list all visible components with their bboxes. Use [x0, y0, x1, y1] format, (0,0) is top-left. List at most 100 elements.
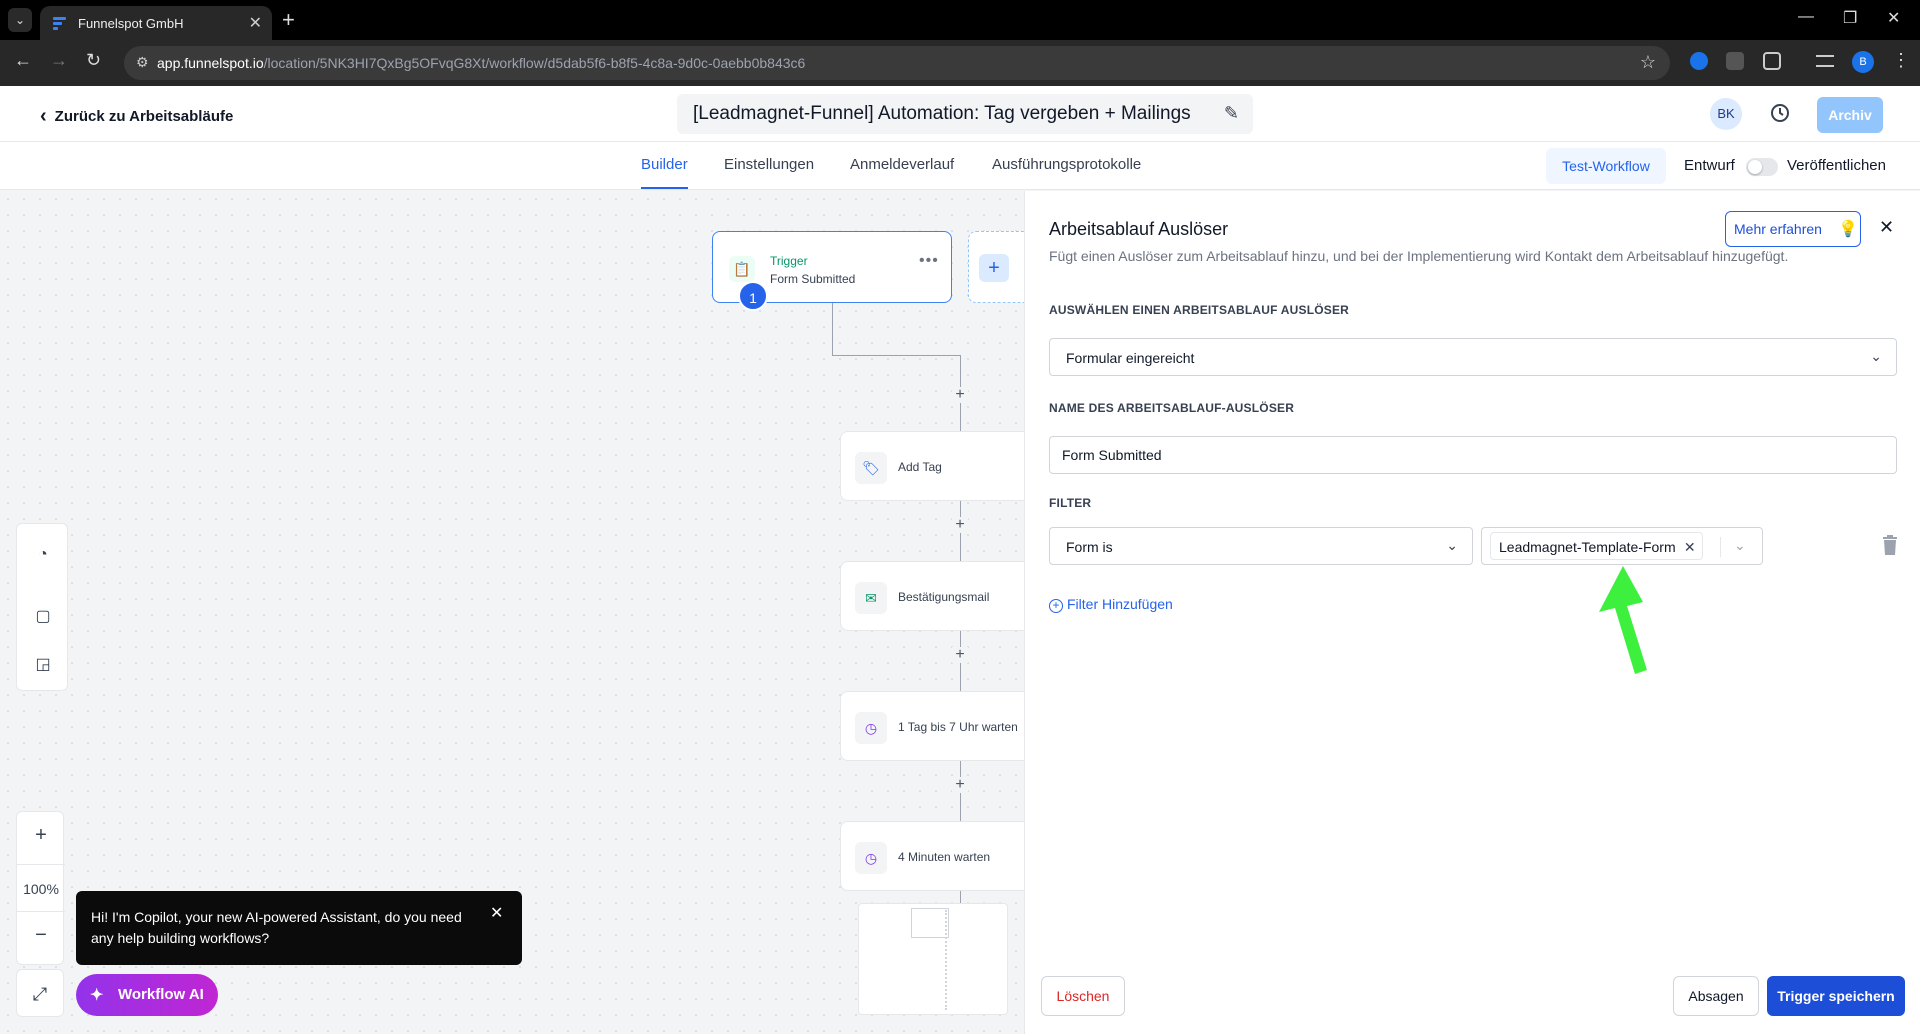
- comment-icon[interactable]: ▢: [32, 606, 54, 628]
- add-step-plus-icon[interactable]: +: [952, 647, 968, 663]
- test-workflow-button[interactable]: Test-Workflow: [1546, 148, 1666, 184]
- new-tab-icon[interactable]: +: [282, 7, 295, 33]
- trigger-name-input[interactable]: [1049, 436, 1897, 474]
- save-trigger-button[interactable]: Trigger speichern: [1767, 976, 1905, 1016]
- add-trigger-card[interactable]: +: [968, 231, 1024, 303]
- url-bar[interactable]: ⚙ app.funnelspot.io/location/5NK3HI7QxBg…: [124, 46, 1670, 80]
- address-bar-row: ← → ↻ ⚙ app.funnelspot.io/location/5NK3H…: [0, 40, 1920, 86]
- filter-condition-select[interactable]: Form is ⌄: [1049, 527, 1473, 565]
- extensions-puzzle-icon[interactable]: [1763, 52, 1781, 70]
- canvas-minimap[interactable]: [858, 903, 1008, 1015]
- tab-enrollment-history[interactable]: Anmeldeverlauf: [850, 156, 954, 173]
- email-icon: ✉: [855, 582, 887, 614]
- tab-builder[interactable]: Builder: [641, 156, 688, 189]
- fit-to-screen-icon[interactable]: ⤢: [16, 969, 64, 1017]
- copilot-message: Hi! I'm Copilot, your new AI-powered Ass…: [91, 909, 462, 946]
- remove-chip-icon[interactable]: ✕: [1684, 533, 1696, 561]
- minimap-viewport[interactable]: [911, 908, 949, 938]
- chevron-down-icon: ⌄: [1446, 537, 1458, 553]
- history-icon[interactable]: [1767, 100, 1793, 126]
- learn-more-button[interactable]: Mehr erfahren 💡: [1725, 211, 1861, 247]
- minimap-flow: [945, 910, 947, 1010]
- add-step-plus-icon[interactable]: +: [952, 387, 968, 403]
- bookmark-star-icon[interactable]: ☆: [1640, 52, 1656, 73]
- panel-description: Fügt einen Auslöser zum Arbeitsablauf hi…: [1049, 248, 1789, 264]
- workflow-title-box[interactable]: [Leadmagnet-Funnel] Automation: Tag verg…: [677, 94, 1253, 134]
- action-card-confirmation-mail[interactable]: ✉ Bestätigungsmail: [840, 561, 1024, 631]
- publish-toggle[interactable]: [1746, 158, 1778, 176]
- add-trigger-plus-icon[interactable]: +: [979, 254, 1009, 282]
- step-number-badge: 1: [738, 281, 768, 311]
- archive-button[interactable]: Archiv: [1817, 97, 1883, 133]
- sparkle-icon: ✦: [90, 987, 104, 1004]
- browser-menu-icon[interactable]: ⋮: [1892, 50, 1910, 71]
- media-controls-icon[interactable]: [1816, 55, 1834, 67]
- stats-pie-icon[interactable]: ◔: [32, 544, 54, 566]
- tag-icon: 🏷: [855, 452, 887, 484]
- funnelspot-favicon-icon: [53, 17, 66, 30]
- sticky-note-icon[interactable]: ◲: [32, 654, 54, 676]
- workflow-ai-button[interactable]: ✦ Workflow AI: [76, 974, 218, 1016]
- draft-label: Entwurf: [1684, 157, 1735, 174]
- trigger-config-panel: Arbeitsablauf Auslöser Fügt einen Auslös…: [1024, 191, 1920, 1034]
- restore-icon[interactable]: ❐: [1843, 8, 1857, 28]
- extension-icon[interactable]: [1690, 52, 1708, 70]
- reload-icon[interactable]: ↻: [86, 50, 101, 71]
- tab-settings[interactable]: Einstellungen: [724, 156, 814, 173]
- action-label: Bestätigungsmail: [898, 590, 990, 604]
- workflow-ai-label: Workflow AI: [118, 986, 204, 1003]
- back-to-workflows-link[interactable]: ‹ Zurück zu Arbeitsabläufe: [40, 104, 233, 127]
- toggle-knob: [1748, 160, 1762, 174]
- zoom-out-icon[interactable]: −: [17, 924, 65, 947]
- panel-title: Arbeitsablauf Auslöser: [1049, 219, 1229, 239]
- browser-tab[interactable]: Funnelspot GmbH ✕: [40, 6, 272, 40]
- canvas-side-toolbar: ◔ ▢ ◲: [16, 523, 68, 691]
- tab-execution-logs[interactable]: Ausführungsprotokolle: [992, 156, 1141, 173]
- tab-search-icon[interactable]: ⌄: [8, 8, 32, 32]
- user-avatar[interactable]: BK: [1710, 98, 1742, 130]
- connector-line: [832, 355, 960, 356]
- action-card-wait-minutes[interactable]: ◷ 4 Minuten warten: [840, 821, 1024, 891]
- trash-icon[interactable]: [1881, 534, 1899, 556]
- action-label: Add Tag: [898, 460, 942, 474]
- lightbulb-icon: 💡: [1838, 221, 1858, 238]
- filter-value-select[interactable]: Leadmagnet-Template-Form ✕ ⌄: [1481, 527, 1763, 565]
- cancel-button[interactable]: Absagen: [1673, 976, 1759, 1016]
- back-label: Zurück zu Arbeitsabläufe: [54, 108, 234, 125]
- devtools-extension-icon[interactable]: [1726, 52, 1744, 70]
- close-icon[interactable]: ✕: [490, 903, 503, 923]
- add-step-plus-icon[interactable]: +: [952, 777, 968, 793]
- chevron-down-icon[interactable]: ⌄: [1734, 537, 1746, 554]
- form-clipboard-icon: 📋: [729, 256, 755, 282]
- url-text[interactable]: app.funnelspot.io/location/5NK3HI7QxBg5O…: [157, 55, 805, 71]
- forward-icon[interactable]: →: [50, 50, 68, 71]
- tab-close-icon[interactable]: ✕: [249, 13, 262, 33]
- add-filter-link[interactable]: + Filter Hinzufügen: [1049, 596, 1173, 613]
- delete-button[interactable]: Löschen: [1041, 976, 1125, 1016]
- close-panel-icon[interactable]: ✕: [1879, 217, 1894, 238]
- annotation-arrow: [1599, 566, 1647, 674]
- site-info-icon[interactable]: ⚙: [136, 54, 149, 71]
- action-card-wait-day[interactable]: ◷ 1 Tag bis 7 Uhr warten: [840, 691, 1024, 761]
- select-divider: [1720, 537, 1721, 557]
- minimize-icon[interactable]: —: [1798, 8, 1814, 26]
- chevron-left-icon: ‹: [40, 105, 47, 127]
- add-step-plus-icon[interactable]: +: [952, 517, 968, 533]
- workflow-canvas[interactable]: 📋 Trigger Form Submitted ••• 1 + + 🏷 Add…: [0, 191, 1024, 1034]
- filter-value-chip-label: Leadmagnet-Template-Form: [1499, 539, 1676, 555]
- filter-condition-value: Form is: [1066, 539, 1113, 555]
- zoom-in-icon[interactable]: +: [17, 824, 65, 847]
- zoom-level: 100%: [17, 864, 65, 912]
- more-options-icon[interactable]: •••: [919, 252, 939, 270]
- plus-circle-icon: +: [1049, 599, 1063, 613]
- action-card-add-tag[interactable]: 🏷 Add Tag: [840, 431, 1024, 501]
- close-window-icon[interactable]: ✕: [1887, 8, 1900, 28]
- pencil-edit-icon[interactable]: ✎: [1224, 103, 1239, 124]
- browser-tab-bar: ⌄ Funnelspot GmbH ✕ + — ❐ ✕: [0, 0, 1920, 40]
- trigger-name-label: NAME DES ARBEITSABLAUF-AUSLÖSER: [1049, 401, 1295, 415]
- trigger-type-select[interactable]: Formular eingereicht ⌄: [1049, 338, 1897, 376]
- filter-label: FILTER: [1049, 496, 1092, 510]
- profile-avatar[interactable]: B: [1852, 51, 1874, 73]
- back-icon[interactable]: ←: [14, 50, 32, 71]
- copilot-tooltip: Hi! I'm Copilot, your new AI-powered Ass…: [76, 891, 522, 965]
